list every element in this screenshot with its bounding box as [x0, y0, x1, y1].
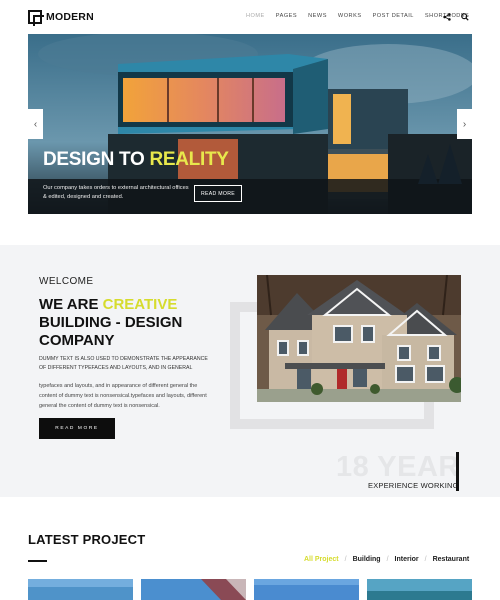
hero-title-part1: DESIGN TO: [43, 149, 150, 170]
hero-read-more-button[interactable]: READ MORE: [194, 185, 242, 202]
projects-heading: LATEST PROJECT: [28, 532, 146, 547]
projects-heading-underline: [28, 560, 47, 562]
hero-slider: DESIGN TO REALITY Our company takes orde…: [28, 34, 472, 214]
nav-item-works[interactable]: WORKS: [338, 13, 362, 19]
about-paragraph-1: DUMMY TEXT IS ALSO USED TO DEMONSTRATE T…: [39, 356, 208, 371]
filter-interior[interactable]: Interior: [395, 556, 419, 563]
project-thumbnail[interactable]: [254, 579, 359, 600]
filter-building[interactable]: Building: [353, 556, 381, 563]
filter-all-project[interactable]: All Project: [304, 556, 339, 563]
project-filters: All Project / Building / Interior / Rest…: [304, 556, 469, 563]
main-nav: HOME PAGES NEWS WORKS POST DETAIL SHORTC…: [246, 13, 469, 19]
site-header: MODERN HOME PAGES NEWS WORKS POST DETAIL…: [0, 0, 500, 34]
project-thumbnail[interactable]: [28, 579, 133, 600]
logo-mark-icon: [28, 10, 44, 26]
slider-next-arrow-icon[interactable]: ›: [457, 109, 472, 139]
project-thumbnail[interactable]: [367, 579, 472, 600]
nav-item-post-detail[interactable]: POST DETAIL: [373, 13, 414, 19]
about-paragraph-2: typefaces and layouts, and in appearance…: [39, 383, 207, 409]
filter-restaurant[interactable]: Restaurant: [433, 556, 470, 563]
about-heading: WE ARE CREATIVE BUILDING - DESIGN COMPAN…: [39, 296, 229, 350]
filter-separator: /: [424, 556, 427, 563]
welcome-label: WELCOME: [39, 276, 94, 287]
hero-description: Our company takes orders to external arc…: [43, 185, 189, 200]
logo-text: MODERN: [46, 11, 94, 23]
nav-item-pages[interactable]: PAGES: [276, 13, 297, 19]
about-heading-highlight: CREATIVE: [102, 296, 178, 313]
share-icon[interactable]: [439, 9, 455, 25]
hero-title: DESIGN TO REALITY: [43, 149, 229, 171]
project-thumbnail[interactable]: [141, 579, 246, 600]
about-read-more-button[interactable]: READ MORE: [39, 418, 115, 439]
experience-years: 18 YEAR: [336, 451, 460, 483]
nav-item-news[interactable]: NEWS: [308, 13, 327, 19]
about-heading-part1: WE ARE: [39, 296, 103, 313]
filter-separator: /: [344, 556, 347, 563]
nav-item-home[interactable]: HOME: [246, 13, 265, 19]
hero-title-highlight: REALITY: [149, 149, 229, 170]
filter-separator: /: [386, 556, 389, 563]
about-heading-part2: BUILDING - DESIGN COMPANY: [39, 314, 183, 349]
experience-divider: [456, 452, 459, 491]
about-section: WELCOME WE ARE CREATIVE BUILDING - DESIG…: [0, 245, 500, 497]
about-house-image: [257, 275, 461, 402]
experience-label: EXPERIENCE WORKING: [368, 481, 459, 490]
logo[interactable]: MODERN: [28, 10, 94, 26]
slider-prev-arrow-icon[interactable]: ‹: [28, 109, 43, 139]
search-icon[interactable]: [457, 9, 473, 25]
